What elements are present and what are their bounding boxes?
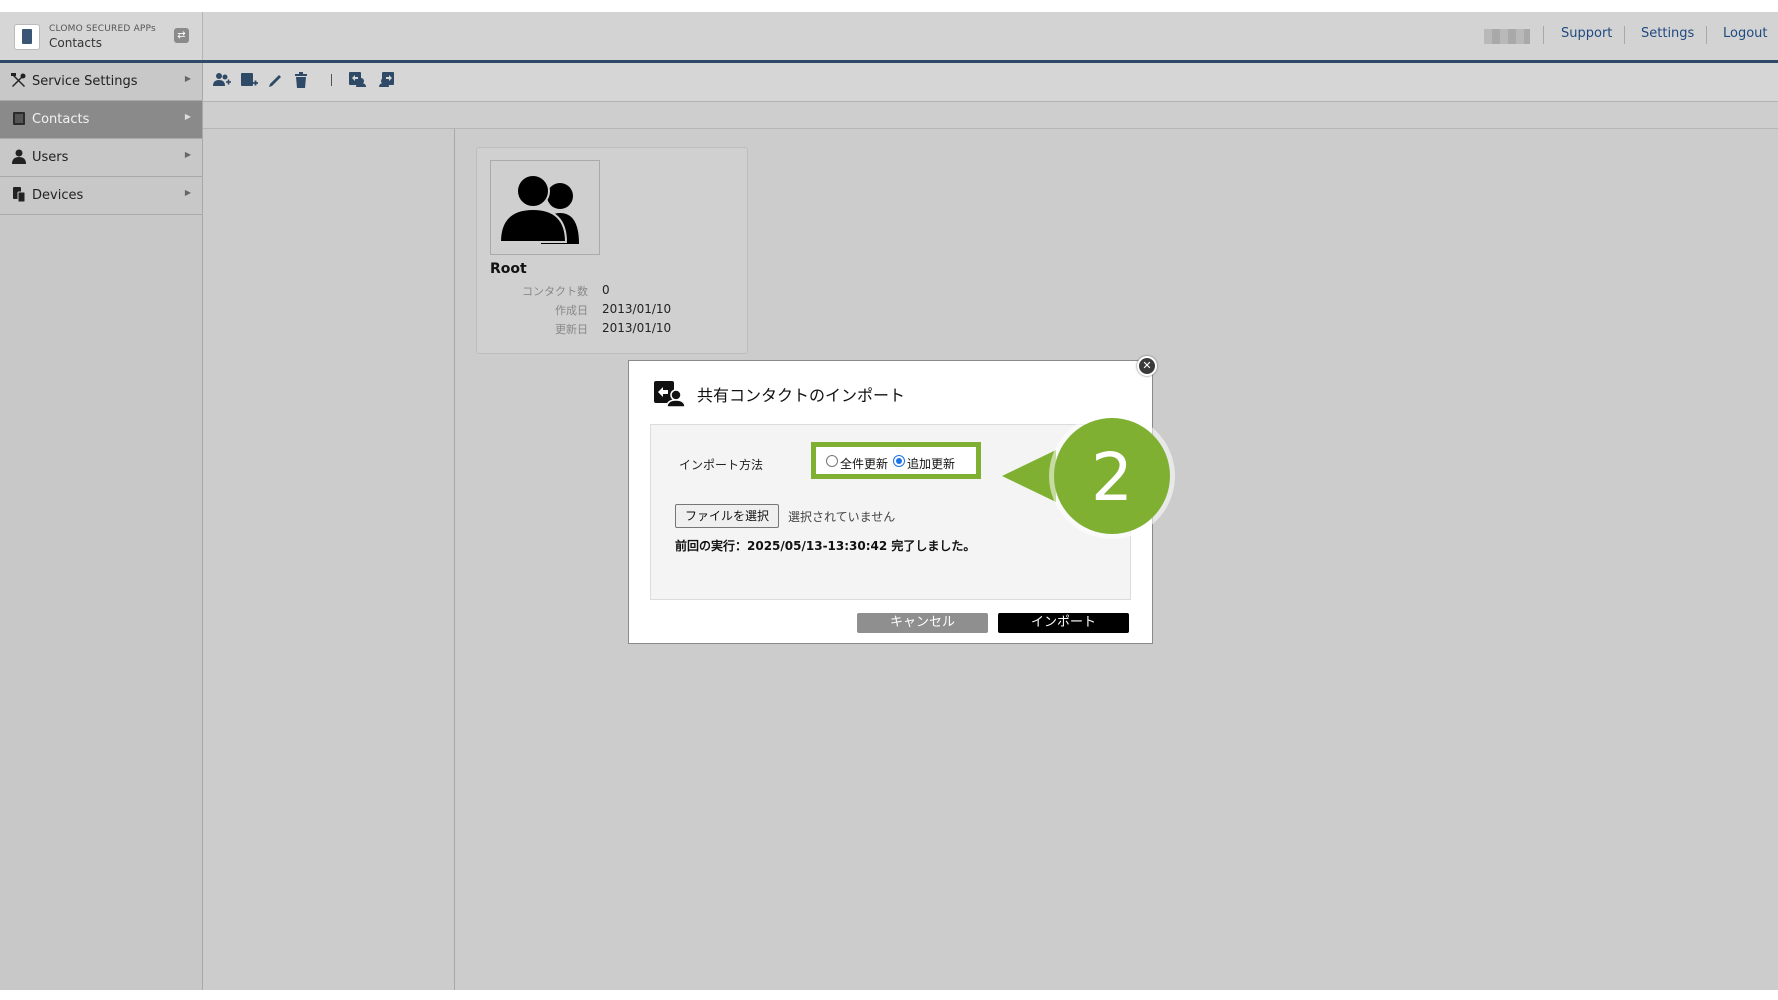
sidebar-item-label: Devices [32, 188, 84, 203]
choose-file-button[interactable]: ファイルを選択 [675, 504, 779, 528]
radio-add-update[interactable] [893, 455, 905, 467]
add-contacts-icon[interactable] [213, 72, 231, 90]
nav-divider [1706, 26, 1707, 44]
chevron-right-icon: ▶ [184, 112, 191, 121]
sidebar-item-label: Service Settings [32, 74, 138, 89]
sidebar-item-label: Contacts [32, 112, 90, 127]
edit-icon[interactable] [267, 72, 285, 90]
created-label: 作成日 [555, 304, 588, 317]
app-window: CLOMO SECURED APPs Contacts ⇄ Support Se… [0, 12, 1778, 990]
contacts-book-icon [11, 111, 26, 127]
updated-value: 2013/01/10 [602, 321, 672, 335]
sidebar-item-contacts[interactable]: Contacts ▶ [0, 101, 202, 139]
step-number: 2 [1091, 439, 1133, 516]
brand-area: CLOMO SECURED APPs Contacts ⇄ [0, 12, 203, 60]
app-title: Contacts [49, 36, 102, 50]
user-name-redacted [1484, 29, 1530, 44]
radio-full-update-label[interactable]: 全件更新 [840, 455, 888, 472]
contact-import-icon [654, 381, 686, 408]
created-value: 2013/01/10 [602, 302, 672, 316]
import-icon[interactable] [349, 72, 367, 90]
toolbar-divider [331, 74, 332, 86]
radio-add-update-label[interactable]: 追加更新 [907, 455, 955, 472]
app-switch-icon[interactable]: ⇄ [174, 28, 189, 43]
support-link[interactable]: Support [1561, 26, 1612, 41]
group-name: Root [490, 261, 527, 277]
step-callout: 2 [1000, 410, 1180, 544]
delete-icon[interactable] [292, 72, 310, 90]
group-tree-panel [203, 129, 455, 990]
chevron-right-icon: ▶ [184, 188, 191, 197]
devices-icon [11, 187, 26, 203]
tools-icon [11, 73, 26, 89]
group-card-root[interactable]: Root コンタクト数 0 作成日 2013/01/10 更新日 2013/01… [476, 147, 748, 354]
nav-divider [1624, 26, 1625, 44]
top-header: CLOMO SECURED APPs Contacts ⇄ Support Se… [0, 12, 1778, 63]
created-row: 作成日 2013/01/10 [490, 302, 740, 318]
import-method-radio-group: 全件更新 追加更新 [811, 442, 981, 479]
dialog-title: 共有コンタクトのインポート [697, 386, 906, 405]
file-status-text: 選択されていません [788, 510, 896, 524]
export-icon[interactable] [378, 72, 396, 90]
import-method-label: インポート方法 [679, 458, 764, 472]
sidebar-item-devices[interactable]: Devices ▶ [0, 177, 202, 215]
app-logo-icon [14, 24, 40, 50]
settings-link[interactable]: Settings [1641, 26, 1694, 41]
updated-label: 更新日 [555, 323, 588, 336]
contact-count-label: コンタクト数 [522, 285, 588, 298]
chevron-right-icon: ▶ [184, 74, 191, 83]
last-run-status: 前回の実行：2025/05/13-13:30:42 完了しました。 [675, 539, 976, 553]
chevron-right-icon: ▶ [184, 150, 191, 159]
sidebar-item-label: Users [32, 150, 69, 165]
sidebar-item-users[interactable]: Users ▶ [0, 139, 202, 177]
close-icon[interactable]: ✕ [1137, 356, 1157, 376]
logout-link[interactable]: Logout [1723, 26, 1768, 41]
toolbar [203, 63, 1778, 102]
group-avatar-icon [490, 160, 600, 255]
suite-name: CLOMO SECURED APPs [49, 24, 156, 34]
user-icon [11, 149, 26, 165]
cancel-button[interactable]: キャンセル [857, 613, 988, 633]
add-group-icon[interactable] [240, 72, 258, 90]
updated-row: 更新日 2013/01/10 [490, 321, 740, 337]
nav-divider [1543, 26, 1544, 44]
contact-count-value: 0 [602, 283, 610, 297]
sidebar: Service Settings ▶ Contacts ▶ Users ▶ De… [0, 63, 203, 990]
contact-count-row: コンタクト数 0 [490, 283, 740, 299]
import-button[interactable]: インポート [998, 613, 1129, 633]
sidebar-item-service-settings[interactable]: Service Settings ▶ [0, 63, 202, 101]
sub-toolbar [203, 102, 1778, 129]
radio-full-update[interactable] [826, 455, 838, 467]
